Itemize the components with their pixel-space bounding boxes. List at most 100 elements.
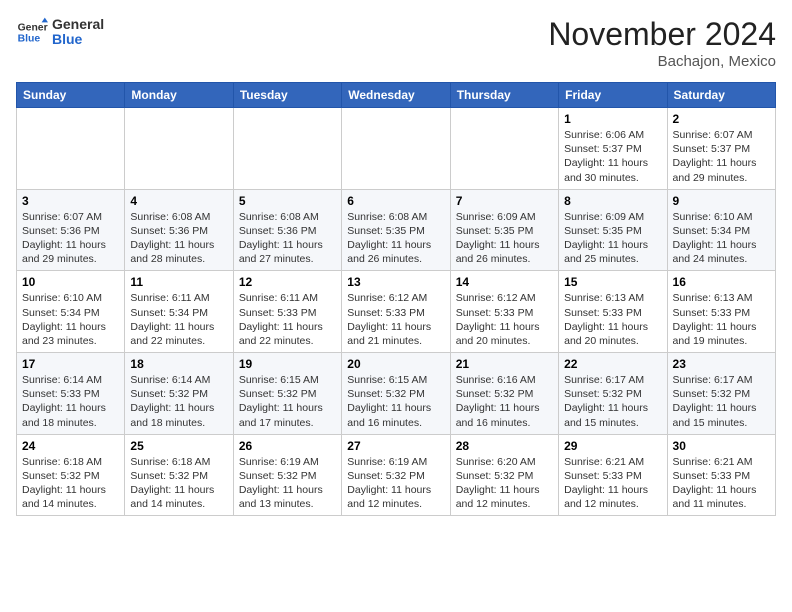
calendar-cell: 2 Sunrise: 6:07 AM Sunset: 5:37 PM Daylig… bbox=[667, 108, 775, 190]
svg-text:Blue: Blue bbox=[18, 34, 41, 45]
day-number: 18 bbox=[130, 357, 227, 371]
logo: General Blue General Blue bbox=[16, 16, 104, 48]
day-info: Sunrise: 6:20 AM Sunset: 5:32 PM Dayligh… bbox=[456, 455, 553, 512]
day-number: 14 bbox=[456, 275, 553, 289]
calendar-header-row: SundayMondayTuesdayWednesdayThursdayFrid… bbox=[17, 83, 776, 108]
column-header-thursday: Thursday bbox=[450, 83, 558, 108]
calendar-cell: 12 Sunrise: 6:11 AM Sunset: 5:33 PM Dayli… bbox=[233, 271, 341, 353]
calendar-cell: 23 Sunrise: 6:17 AM Sunset: 5:32 PM Dayli… bbox=[667, 353, 775, 435]
calendar-cell: 29 Sunrise: 6:21 AM Sunset: 5:33 PM Dayli… bbox=[559, 434, 667, 516]
calendar-cell: 28 Sunrise: 6:20 AM Sunset: 5:32 PM Dayli… bbox=[450, 434, 558, 516]
page-header: General Blue General Blue November 2024 … bbox=[16, 16, 776, 70]
calendar-cell: 25Sunrise: 6:18 AM Sunset: 5:32 PM Dayli… bbox=[125, 434, 233, 516]
calendar-cell bbox=[233, 108, 341, 190]
column-header-monday: Monday bbox=[125, 83, 233, 108]
calendar-cell: 15Sunrise: 6:13 AM Sunset: 5:33 PM Dayli… bbox=[559, 271, 667, 353]
calendar-cell: 26 Sunrise: 6:19 AM Sunset: 5:32 PM Dayli… bbox=[233, 434, 341, 516]
day-number: 22 bbox=[564, 357, 661, 371]
day-number: 17 bbox=[22, 357, 119, 371]
day-number: 12 bbox=[239, 275, 336, 289]
day-number: 21 bbox=[456, 357, 553, 371]
day-info: Sunrise: 6:19 AM Sunset: 5:32 PM Dayligh… bbox=[239, 455, 336, 512]
month-title: November 2024 bbox=[548, 16, 776, 53]
calendar-cell: 24Sunrise: 6:18 AM Sunset: 5:32 PM Dayli… bbox=[17, 434, 125, 516]
day-info: Sunrise: 6:18 AM Sunset: 5:32 PM Dayligh… bbox=[22, 455, 119, 512]
column-header-sunday: Sunday bbox=[17, 83, 125, 108]
day-info: Sunrise: 6:12 AM Sunset: 5:33 PM Dayligh… bbox=[347, 291, 444, 348]
day-number: 1 bbox=[564, 112, 661, 126]
logo-blue-text: Blue bbox=[52, 32, 104, 47]
calendar-cell: 30Sunrise: 6:21 AM Sunset: 5:33 PM Dayli… bbox=[667, 434, 775, 516]
day-number: 4 bbox=[130, 194, 227, 208]
day-info: Sunrise: 6:11 AM Sunset: 5:34 PM Dayligh… bbox=[130, 291, 227, 348]
column-header-tuesday: Tuesday bbox=[233, 83, 341, 108]
day-number: 27 bbox=[347, 439, 444, 453]
calendar-cell: 9Sunrise: 6:10 AM Sunset: 5:34 PM Daylig… bbox=[667, 189, 775, 271]
day-number: 8 bbox=[564, 194, 661, 208]
day-info: Sunrise: 6:21 AM Sunset: 5:33 PM Dayligh… bbox=[673, 455, 770, 512]
day-info: Sunrise: 6:07 AM Sunset: 5:36 PM Dayligh… bbox=[22, 210, 119, 267]
calendar-cell: 13 Sunrise: 6:12 AM Sunset: 5:33 PM Dayli… bbox=[342, 271, 450, 353]
calendar-cell: 18Sunrise: 6:14 AM Sunset: 5:32 PM Dayli… bbox=[125, 353, 233, 435]
day-info: Sunrise: 6:08 AM Sunset: 5:36 PM Dayligh… bbox=[130, 210, 227, 267]
calendar-week-row: 24Sunrise: 6:18 AM Sunset: 5:32 PM Dayli… bbox=[17, 434, 776, 516]
logo-icon: General Blue bbox=[16, 16, 48, 48]
day-number: 20 bbox=[347, 357, 444, 371]
day-number: 29 bbox=[564, 439, 661, 453]
day-number: 23 bbox=[673, 357, 770, 371]
day-number: 2 bbox=[673, 112, 770, 126]
calendar-cell bbox=[450, 108, 558, 190]
day-info: Sunrise: 6:09 AM Sunset: 5:35 PM Dayligh… bbox=[456, 210, 553, 267]
calendar-cell bbox=[125, 108, 233, 190]
calendar-cell: 14 Sunrise: 6:12 AM Sunset: 5:33 PM Dayli… bbox=[450, 271, 558, 353]
calendar-week-row: 3 Sunrise: 6:07 AM Sunset: 5:36 PM Daylig… bbox=[17, 189, 776, 271]
calendar-cell: 20Sunrise: 6:15 AM Sunset: 5:32 PM Dayli… bbox=[342, 353, 450, 435]
title-block: November 2024 Bachajon, Mexico bbox=[548, 16, 776, 70]
location: Bachajon, Mexico bbox=[548, 53, 776, 70]
svg-text:General: General bbox=[18, 22, 48, 33]
day-number: 5 bbox=[239, 194, 336, 208]
day-number: 9 bbox=[673, 194, 770, 208]
calendar-week-row: 10Sunrise: 6:10 AM Sunset: 5:34 PM Dayli… bbox=[17, 271, 776, 353]
calendar-cell: 19 Sunrise: 6:15 AM Sunset: 5:32 PM Dayli… bbox=[233, 353, 341, 435]
calendar-cell: 22 Sunrise: 6:17 AM Sunset: 5:32 PM Dayli… bbox=[559, 353, 667, 435]
calendar-cell: 1 Sunrise: 6:06 AM Sunset: 5:37 PM Daylig… bbox=[559, 108, 667, 190]
column-header-wednesday: Wednesday bbox=[342, 83, 450, 108]
calendar-cell: 27 Sunrise: 6:19 AM Sunset: 5:32 PM Dayli… bbox=[342, 434, 450, 516]
calendar-cell: 11 Sunrise: 6:11 AM Sunset: 5:34 PM Dayli… bbox=[125, 271, 233, 353]
day-info: Sunrise: 6:10 AM Sunset: 5:34 PM Dayligh… bbox=[22, 291, 119, 348]
calendar-cell: 6Sunrise: 6:08 AM Sunset: 5:35 PM Daylig… bbox=[342, 189, 450, 271]
day-number: 25 bbox=[130, 439, 227, 453]
day-info: Sunrise: 6:07 AM Sunset: 5:37 PM Dayligh… bbox=[673, 128, 770, 185]
calendar-week-row: 17 Sunrise: 6:14 AM Sunset: 5:33 PM Dayli… bbox=[17, 353, 776, 435]
calendar-cell: 3 Sunrise: 6:07 AM Sunset: 5:36 PM Daylig… bbox=[17, 189, 125, 271]
logo-text: General Blue bbox=[52, 17, 104, 48]
day-info: Sunrise: 6:12 AM Sunset: 5:33 PM Dayligh… bbox=[456, 291, 553, 348]
day-number: 28 bbox=[456, 439, 553, 453]
day-number: 13 bbox=[347, 275, 444, 289]
day-info: Sunrise: 6:15 AM Sunset: 5:32 PM Dayligh… bbox=[239, 373, 336, 430]
logo-general-text: General bbox=[52, 17, 104, 32]
calendar-cell bbox=[17, 108, 125, 190]
day-number: 15 bbox=[564, 275, 661, 289]
day-info: Sunrise: 6:14 AM Sunset: 5:33 PM Dayligh… bbox=[22, 373, 119, 430]
calendar-cell: 7Sunrise: 6:09 AM Sunset: 5:35 PM Daylig… bbox=[450, 189, 558, 271]
day-info: Sunrise: 6:19 AM Sunset: 5:32 PM Dayligh… bbox=[347, 455, 444, 512]
day-number: 11 bbox=[130, 275, 227, 289]
day-number: 26 bbox=[239, 439, 336, 453]
day-number: 16 bbox=[673, 275, 770, 289]
day-info: Sunrise: 6:11 AM Sunset: 5:33 PM Dayligh… bbox=[239, 291, 336, 348]
day-number: 19 bbox=[239, 357, 336, 371]
day-info: Sunrise: 6:06 AM Sunset: 5:37 PM Dayligh… bbox=[564, 128, 661, 185]
column-header-saturday: Saturday bbox=[667, 83, 775, 108]
day-info: Sunrise: 6:21 AM Sunset: 5:33 PM Dayligh… bbox=[564, 455, 661, 512]
day-info: Sunrise: 6:17 AM Sunset: 5:32 PM Dayligh… bbox=[673, 373, 770, 430]
calendar-cell: 16 Sunrise: 6:13 AM Sunset: 5:33 PM Dayli… bbox=[667, 271, 775, 353]
calendar-cell: 10Sunrise: 6:10 AM Sunset: 5:34 PM Dayli… bbox=[17, 271, 125, 353]
calendar-cell: 5Sunrise: 6:08 AM Sunset: 5:36 PM Daylig… bbox=[233, 189, 341, 271]
calendar-cell: 4 Sunrise: 6:08 AM Sunset: 5:36 PM Daylig… bbox=[125, 189, 233, 271]
day-info: Sunrise: 6:17 AM Sunset: 5:32 PM Dayligh… bbox=[564, 373, 661, 430]
calendar-cell: 17 Sunrise: 6:14 AM Sunset: 5:33 PM Dayli… bbox=[17, 353, 125, 435]
day-info: Sunrise: 6:13 AM Sunset: 5:33 PM Dayligh… bbox=[673, 291, 770, 348]
day-number: 3 bbox=[22, 194, 119, 208]
